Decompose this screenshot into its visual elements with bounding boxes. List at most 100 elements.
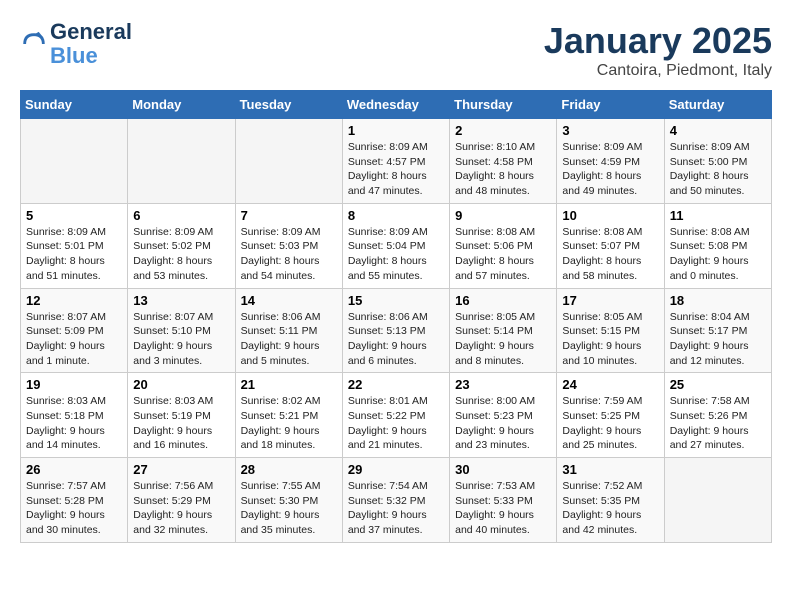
- calendar-cell: 6 Sunrise: 8:09 AM Sunset: 5:02 PM Daylig…: [128, 203, 235, 288]
- day-number: 5: [26, 208, 122, 223]
- day-number: 31: [562, 462, 658, 477]
- calendar-cell: 7 Sunrise: 8:09 AM Sunset: 5:03 PM Daylig…: [235, 203, 342, 288]
- calendar-cell: 12 Sunrise: 8:07 AM Sunset: 5:09 PM Dayli…: [21, 288, 128, 373]
- calendar-cell: [128, 119, 235, 204]
- day-info: Sunrise: 8:07 AM Sunset: 5:09 PM Dayligh…: [26, 310, 122, 369]
- day-info: Sunrise: 8:09 AM Sunset: 5:04 PM Dayligh…: [348, 225, 444, 284]
- day-number: 20: [133, 377, 229, 392]
- calendar-week-1: 1 Sunrise: 8:09 AM Sunset: 4:57 PM Daylig…: [21, 119, 772, 204]
- day-info: Sunrise: 8:09 AM Sunset: 5:03 PM Dayligh…: [241, 225, 337, 284]
- logo: General Blue: [20, 20, 132, 68]
- day-info: Sunrise: 8:05 AM Sunset: 5:15 PM Dayligh…: [562, 310, 658, 369]
- calendar-cell: 19 Sunrise: 8:03 AM Sunset: 5:18 PM Dayli…: [21, 373, 128, 458]
- day-info: Sunrise: 8:09 AM Sunset: 5:01 PM Dayligh…: [26, 225, 122, 284]
- calendar-cell: 15 Sunrise: 8:06 AM Sunset: 5:13 PM Dayli…: [342, 288, 449, 373]
- calendar-cell: 27 Sunrise: 7:56 AM Sunset: 5:29 PM Dayli…: [128, 458, 235, 543]
- weekday-header-friday: Friday: [557, 91, 664, 119]
- day-info: Sunrise: 7:59 AM Sunset: 5:25 PM Dayligh…: [562, 394, 658, 453]
- weekday-header-saturday: Saturday: [664, 91, 771, 119]
- day-info: Sunrise: 8:03 AM Sunset: 5:18 PM Dayligh…: [26, 394, 122, 453]
- day-number: 21: [241, 377, 337, 392]
- day-number: 16: [455, 293, 551, 308]
- day-number: 17: [562, 293, 658, 308]
- day-info: Sunrise: 8:02 AM Sunset: 5:21 PM Dayligh…: [241, 394, 337, 453]
- day-info: Sunrise: 8:06 AM Sunset: 5:11 PM Dayligh…: [241, 310, 337, 369]
- month-title: January 2025: [544, 20, 772, 62]
- day-number: 28: [241, 462, 337, 477]
- day-number: 30: [455, 462, 551, 477]
- calendar-cell: 10 Sunrise: 8:08 AM Sunset: 5:07 PM Dayli…: [557, 203, 664, 288]
- day-number: 23: [455, 377, 551, 392]
- day-number: 22: [348, 377, 444, 392]
- calendar-cell: 18Sunrise: 8:04 AM Sunset: 5:17 PM Dayli…: [664, 288, 771, 373]
- calendar-cell: [21, 119, 128, 204]
- day-info: Sunrise: 8:10 AM Sunset: 4:58 PM Dayligh…: [455, 140, 551, 199]
- day-number: 24: [562, 377, 658, 392]
- day-number: 6: [133, 208, 229, 223]
- day-info: Sunrise: 8:00 AM Sunset: 5:23 PM Dayligh…: [455, 394, 551, 453]
- calendar-cell: 26 Sunrise: 7:57 AM Sunset: 5:28 PM Dayli…: [21, 458, 128, 543]
- calendar-cell: 16 Sunrise: 8:05 AM Sunset: 5:14 PM Dayli…: [450, 288, 557, 373]
- calendar-cell: [235, 119, 342, 204]
- weekday-header-wednesday: Wednesday: [342, 91, 449, 119]
- day-info: Sunrise: 7:52 AM Sunset: 5:35 PM Dayligh…: [562, 479, 658, 538]
- calendar-cell: 1 Sunrise: 8:09 AM Sunset: 4:57 PM Daylig…: [342, 119, 449, 204]
- day-info: Sunrise: 8:09 AM Sunset: 5:02 PM Dayligh…: [133, 225, 229, 284]
- weekday-header-row: SundayMondayTuesdayWednesdayThursdayFrid…: [21, 91, 772, 119]
- day-number: 10: [562, 208, 658, 223]
- day-info: Sunrise: 8:05 AM Sunset: 5:14 PM Dayligh…: [455, 310, 551, 369]
- day-info: Sunrise: 8:08 AM Sunset: 5:08 PM Dayligh…: [670, 225, 766, 284]
- calendar-week-3: 12 Sunrise: 8:07 AM Sunset: 5:09 PM Dayli…: [21, 288, 772, 373]
- weekday-header-tuesday: Tuesday: [235, 91, 342, 119]
- calendar-cell: 23 Sunrise: 8:00 AM Sunset: 5:23 PM Dayli…: [450, 373, 557, 458]
- day-info: Sunrise: 8:08 AM Sunset: 5:06 PM Dayligh…: [455, 225, 551, 284]
- day-number: 26: [26, 462, 122, 477]
- calendar-cell: 11 Sunrise: 8:08 AM Sunset: 5:08 PM Dayli…: [664, 203, 771, 288]
- day-number: 1: [348, 123, 444, 138]
- title-block: January 2025 Cantoira, Piedmont, Italy: [544, 20, 772, 80]
- day-info: Sunrise: 8:01 AM Sunset: 5:22 PM Dayligh…: [348, 394, 444, 453]
- calendar-cell: 30 Sunrise: 7:53 AM Sunset: 5:33 PM Dayli…: [450, 458, 557, 543]
- day-number: 29: [348, 462, 444, 477]
- day-number: 12: [26, 293, 122, 308]
- logo-line2: Blue: [50, 44, 132, 68]
- calendar-cell: 13 Sunrise: 8:07 AM Sunset: 5:10 PM Dayli…: [128, 288, 235, 373]
- day-info: Sunrise: 7:57 AM Sunset: 5:28 PM Dayligh…: [26, 479, 122, 538]
- day-number: 2: [455, 123, 551, 138]
- calendar-cell: 2 Sunrise: 8:10 AM Sunset: 4:58 PM Daylig…: [450, 119, 557, 204]
- calendar-cell: [664, 458, 771, 543]
- day-number: 14: [241, 293, 337, 308]
- day-info: Sunrise: 8:04 AM Sunset: 5:17 PM Dayligh…: [670, 310, 766, 369]
- calendar-cell: 31 Sunrise: 7:52 AM Sunset: 5:35 PM Dayli…: [557, 458, 664, 543]
- day-info: Sunrise: 8:07 AM Sunset: 5:10 PM Dayligh…: [133, 310, 229, 369]
- calendar-cell: 20Sunrise: 8:03 AM Sunset: 5:19 PM Dayli…: [128, 373, 235, 458]
- day-info: Sunrise: 8:09 AM Sunset: 5:00 PM Dayligh…: [670, 140, 766, 199]
- logo-line1: General: [50, 20, 132, 44]
- weekday-header-thursday: Thursday: [450, 91, 557, 119]
- day-info: Sunrise: 7:53 AM Sunset: 5:33 PM Dayligh…: [455, 479, 551, 538]
- calendar-cell: 9 Sunrise: 8:08 AM Sunset: 5:06 PM Daylig…: [450, 203, 557, 288]
- calendar-table: SundayMondayTuesdayWednesdayThursdayFrid…: [20, 90, 772, 543]
- day-info: Sunrise: 8:08 AM Sunset: 5:07 PM Dayligh…: [562, 225, 658, 284]
- calendar-cell: 14 Sunrise: 8:06 AM Sunset: 5:11 PM Dayli…: [235, 288, 342, 373]
- day-number: 19: [26, 377, 122, 392]
- calendar-cell: 3Sunrise: 8:09 AM Sunset: 4:59 PM Daylig…: [557, 119, 664, 204]
- calendar-cell: 21 Sunrise: 8:02 AM Sunset: 5:21 PM Dayli…: [235, 373, 342, 458]
- location-subtitle: Cantoira, Piedmont, Italy: [544, 62, 772, 80]
- day-number: 9: [455, 208, 551, 223]
- calendar-week-2: 5 Sunrise: 8:09 AM Sunset: 5:01 PM Daylig…: [21, 203, 772, 288]
- day-number: 27: [133, 462, 229, 477]
- day-info: Sunrise: 7:54 AM Sunset: 5:32 PM Dayligh…: [348, 479, 444, 538]
- day-number: 13: [133, 293, 229, 308]
- day-number: 15: [348, 293, 444, 308]
- day-info: Sunrise: 8:09 AM Sunset: 4:57 PM Dayligh…: [348, 140, 444, 199]
- day-info: Sunrise: 7:55 AM Sunset: 5:30 PM Dayligh…: [241, 479, 337, 538]
- day-number: 7: [241, 208, 337, 223]
- weekday-header-monday: Monday: [128, 91, 235, 119]
- day-info: Sunrise: 7:56 AM Sunset: 5:29 PM Dayligh…: [133, 479, 229, 538]
- calendar-cell: 8Sunrise: 8:09 AM Sunset: 5:04 PM Daylig…: [342, 203, 449, 288]
- day-number: 11: [670, 208, 766, 223]
- calendar-cell: 28 Sunrise: 7:55 AM Sunset: 5:30 PM Dayli…: [235, 458, 342, 543]
- day-info: Sunrise: 8:06 AM Sunset: 5:13 PM Dayligh…: [348, 310, 444, 369]
- day-info: Sunrise: 8:09 AM Sunset: 4:59 PM Dayligh…: [562, 140, 658, 199]
